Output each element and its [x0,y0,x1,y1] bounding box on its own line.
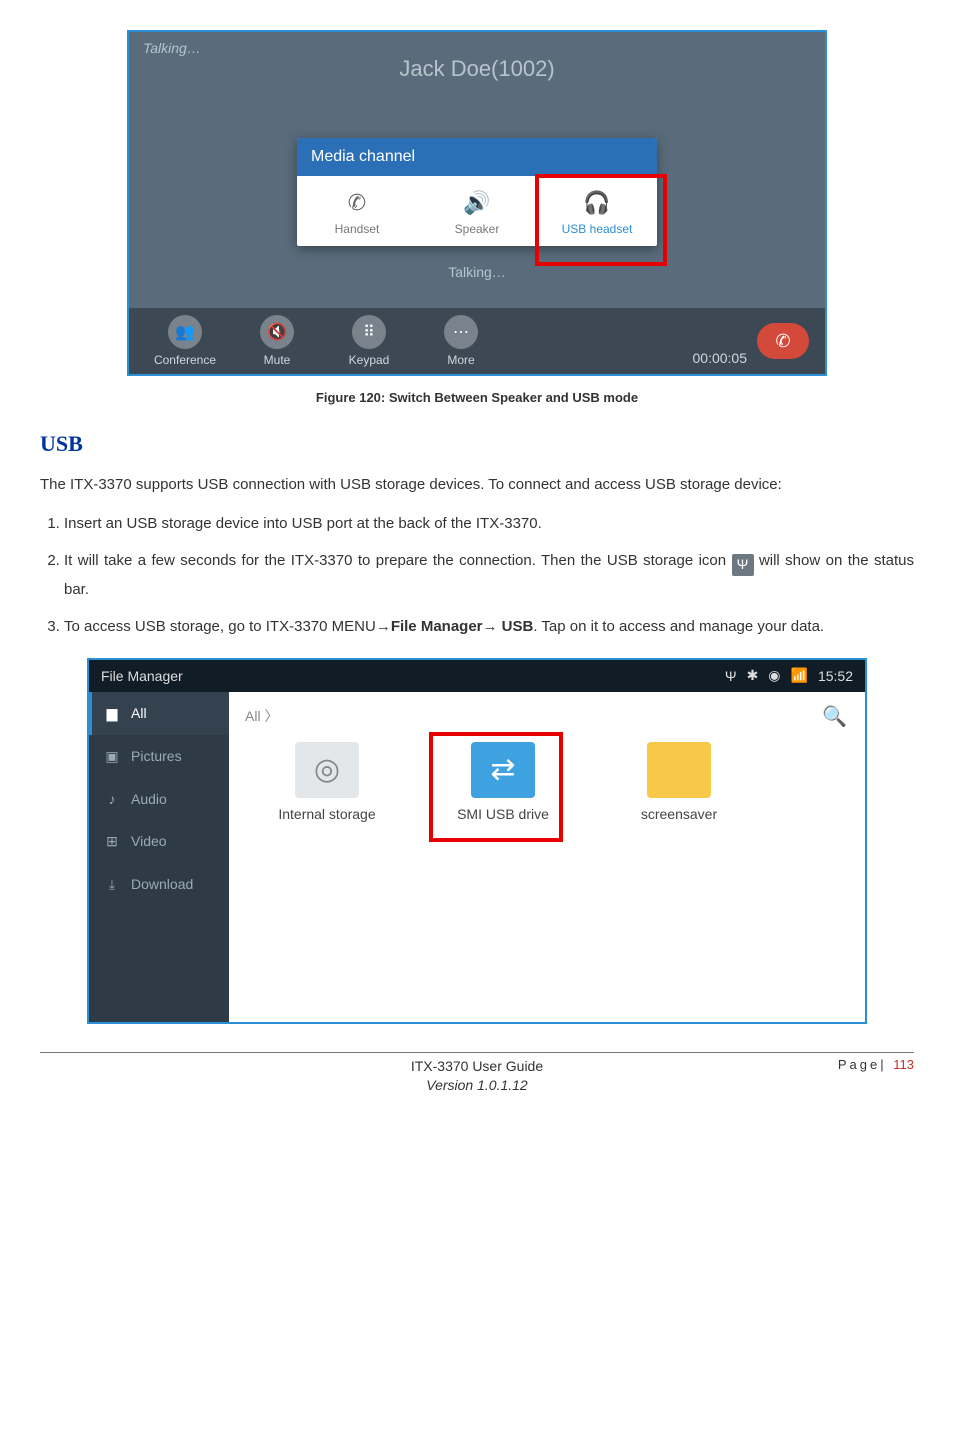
option-speaker-label: Speaker [455,222,500,236]
item-screensaver[interactable]: screensaver [619,742,739,822]
mute-button[interactable]: 🔇 Mute [231,315,323,367]
step-2: It will take a few seconds for the ITX-3… [64,547,914,603]
call-screenshot: Talking… Jack Doe(1002) Media channel ✆ … [127,30,827,376]
step-3: To access USB storage, go to ITX-3370 ME… [64,613,914,640]
pictures-icon: ▣ [103,748,121,765]
handset-icon: ✆ [301,190,413,216]
item-screensaver-label: screensaver [641,806,717,822]
option-handset-label: Handset [335,222,380,236]
sidebar-item-audio[interactable]: ♪ Audio [89,778,229,820]
sidebar-label-pictures: Pictures [131,748,182,764]
footer-guide: ITX-3370 User Guide [40,1057,914,1077]
item-internal-label: Internal storage [278,806,375,822]
item-usb-label: SMI USB drive [457,806,549,822]
sidebar-label-all: All [131,705,147,721]
usb-status-icon: Ψ [732,554,754,576]
call-timer: 00:00:05 [683,350,758,366]
status-talking-mid: Talking… [129,264,825,280]
conference-icon: 👥 [168,315,202,349]
step-3-text-a: To access USB storage, go to ITX-3370 ME… [64,618,376,635]
keypad-button[interactable]: ⠿ Keypad [323,315,415,367]
wifi-icon: 📶 [791,667,808,684]
intro-paragraph: The ITX-3370 supports USB connection wit… [40,473,914,496]
audio-icon: ♪ [103,791,121,807]
media-channel-popup: Media channel ✆ Handset 🔊 Speaker 🎧 USB … [297,138,657,246]
headset-icon: 🎧 [541,190,653,216]
sidebar-item-pictures[interactable]: ▣ Pictures [89,735,229,778]
conference-button[interactable]: 👥 Conference [139,315,231,367]
fm-titlebar: File Manager Ψ ✱ ◉ 📶 15:52 [89,660,865,692]
hangup-icon: ✆ [775,331,790,352]
sidebar-item-download[interactable]: ⤓ Download [89,863,229,906]
mute-label: Mute [264,353,291,367]
step-2-text-a: It will take a few seconds for the ITX-3… [64,552,732,569]
option-speaker[interactable]: 🔊 Speaker [417,176,537,246]
search-icon: 🔍 [822,706,847,728]
option-usb-headset[interactable]: 🎧 USB headset [537,176,657,246]
call-bottom-bar: 👥 Conference 🔇 Mute ⠿ Keypad ⋯ More 00:0… [129,308,825,374]
option-handset[interactable]: ✆ Handset [297,176,417,246]
keypad-label: Keypad [349,353,390,367]
page-number: Page| 113 [838,1057,914,1072]
steps-list: Insert an USB storage device into USB po… [40,510,914,640]
clock-label: 15:52 [818,668,853,684]
keypad-icon: ⠿ [352,315,386,349]
item-internal-storage[interactable]: ◎ Internal storage [267,742,387,822]
conference-label: Conference [154,353,216,367]
breadcrumb[interactable]: All 〉 [245,702,849,742]
more-icon: ⋯ [444,315,478,349]
fm-title: File Manager [101,668,715,684]
step-1: Insert an USB storage device into USB po… [64,510,914,537]
footer-version: Version 1.0.1.12 [40,1076,914,1096]
folder-icon [647,742,711,798]
storage-icon: ◎ [295,742,359,798]
caller-name: Jack Doe(1002) [129,56,825,82]
footer-rule [40,1052,914,1053]
page-label: Page| [838,1057,887,1072]
call-screen: Talking… Jack Doe(1002) Media channel ✆ … [129,32,825,374]
option-usb-headset-label: USB headset [562,222,633,236]
speaker-icon: 🔊 [421,190,533,216]
popup-title: Media channel [297,138,657,176]
step-3-bold-filemanager: File Manager [391,618,483,635]
video-icon: ⊞ [103,833,121,850]
sidebar-label-audio: Audio [131,791,167,807]
sidebar-item-video[interactable]: ⊞ Video [89,820,229,863]
fm-main: All 〉 🔍 ◎ Internal storage ⇄ SMI USB dri… [229,692,865,1022]
mute-icon: 🔇 [260,315,294,349]
usb-drive-icon: ⇄ [471,742,535,798]
section-heading-usb: USB [40,431,914,457]
item-usb-drive[interactable]: ⇄ SMI USB drive [443,742,563,822]
download-icon: ⤓ [103,876,121,893]
status-talking-top: Talking… [143,40,201,56]
step-1-text: Insert an USB storage device into USB po… [64,515,542,532]
hangup-button[interactable]: ✆ [757,323,809,359]
step-3-bold-usb: USB [498,618,534,635]
fm-sidebar: ▆ All ▣ Pictures ♪ Audio ⊞ Video ⤓ Downl… [89,692,229,1022]
page-num-value: 113 [893,1057,914,1072]
network-icon: ◉ [768,667,780,684]
sidebar-item-all[interactable]: ▆ All [89,692,229,735]
folder-icon: ▆ [103,705,121,722]
sidebar-label-video: Video [131,833,167,849]
search-button[interactable]: 🔍 [822,704,847,729]
more-button[interactable]: ⋯ More [415,315,507,367]
bluetooth-icon: ✱ [747,667,759,684]
page-footer: Page| 113 ITX-3370 User Guide Version 1.… [40,1057,914,1103]
usb-icon: Ψ [725,668,737,684]
more-label: More [447,353,474,367]
sidebar-label-download: Download [131,876,193,892]
step-3-text-d: . Tap on it to access and manage your da… [533,618,824,635]
filemanager-screenshot: File Manager Ψ ✱ ◉ 📶 15:52 ▆ All ▣ Pictu… [87,658,867,1024]
figure1-caption: Figure 120: Switch Between Speaker and U… [40,390,914,405]
